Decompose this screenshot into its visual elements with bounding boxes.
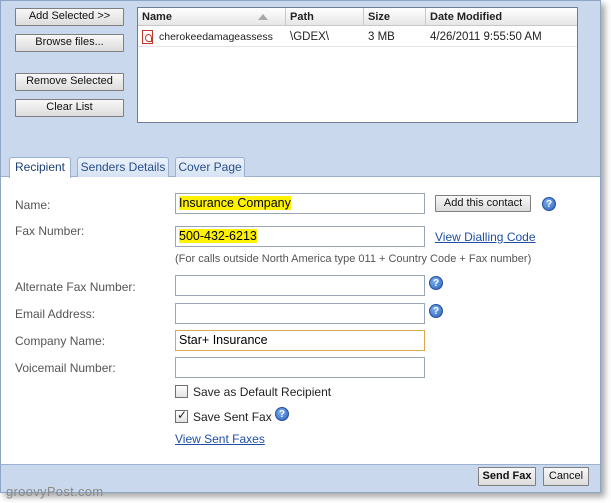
column-header-date-modified[interactable]: Date Modified [426, 8, 577, 26]
file-size-cell: 3 MB [368, 31, 395, 43]
fax-dialog: Add Selected >> Browse files... Remove S… [0, 0, 601, 493]
file-area: Add Selected >> Browse files... Remove S… [1, 1, 600, 139]
column-header-size[interactable]: Size [364, 8, 426, 26]
file-path-cell: \GDEX\ [290, 31, 329, 43]
help-icon[interactable]: ? [275, 407, 289, 421]
help-icon[interactable]: ? [542, 197, 556, 211]
save-default-label: Save as Default Recipient [193, 385, 332, 399]
email-field[interactable] [175, 303, 425, 324]
tab-bar: Recipient Senders Details Cover Page [1, 139, 600, 178]
pdf-file-icon [142, 30, 153, 44]
name-value: Insurance Company [179, 196, 291, 210]
watermark: groovyPost.com [6, 484, 104, 499]
tab-senders-details[interactable]: Senders Details [77, 157, 169, 177]
save-default-checkbox[interactable] [175, 385, 188, 398]
tab-cover-page[interactable]: Cover Page [175, 157, 245, 177]
view-sent-faxes-link[interactable]: View Sent Faxes [175, 432, 265, 446]
send-fax-button[interactable]: Send Fax [478, 467, 536, 486]
remove-selected-button[interactable]: Remove Selected [15, 73, 124, 91]
alternate-fax-label: Alternate Fax Number: [15, 280, 136, 294]
file-list-header: Name Path Size Date Modified [138, 8, 577, 26]
fax-number-field[interactable]: 500-432-6213 [175, 226, 425, 247]
table-row[interactable]: cherokeedamageassess \GDEX\ 3 MB 4/26/20… [138, 27, 577, 47]
save-sent-label: Save Sent Fax [193, 410, 272, 424]
sort-ascending-icon [258, 14, 268, 20]
name-label: Name: [15, 198, 51, 212]
help-icon[interactable]: ? [429, 276, 443, 290]
help-icon[interactable]: ? [429, 304, 443, 318]
name-field[interactable]: Insurance Company [175, 193, 425, 214]
fax-number-value: 500-432-6213 [179, 229, 257, 243]
recipient-panel: Recipient Senders Details Cover Page Nam… [1, 139, 600, 464]
add-selected-button[interactable]: Add Selected >> [15, 8, 124, 26]
add-contact-button[interactable]: Add this contact [435, 195, 531, 212]
save-sent-checkbox[interactable] [175, 408, 188, 423]
fax-number-note: (For calls outside North America type 01… [175, 253, 532, 265]
company-name-label: Company Name: [15, 334, 106, 348]
browse-files-button[interactable]: Browse files... [15, 34, 124, 52]
file-date-cell: 4/26/2011 9:55:50 AM [430, 31, 542, 43]
tab-recipient[interactable]: Recipient [9, 157, 71, 178]
email-label: Email Address: [15, 307, 96, 321]
company-name-field[interactable]: Star+ Insurance [175, 330, 425, 351]
voicemail-field[interactable] [175, 357, 425, 378]
clear-list-button[interactable]: Clear List [15, 99, 124, 117]
alternate-fax-field[interactable] [175, 275, 425, 296]
fax-number-label: Fax Number: [15, 224, 85, 238]
view-dialling-code-link[interactable]: View Dialling Code [435, 230, 536, 244]
file-list: Name Path Size Date Modified cherokeedam… [137, 7, 578, 123]
cancel-button[interactable]: Cancel [543, 467, 589, 486]
voicemail-label: Voicemail Number: [15, 361, 116, 375]
column-header-path[interactable]: Path [286, 8, 364, 26]
file-name-cell: cherokeedamageassess [159, 31, 273, 43]
